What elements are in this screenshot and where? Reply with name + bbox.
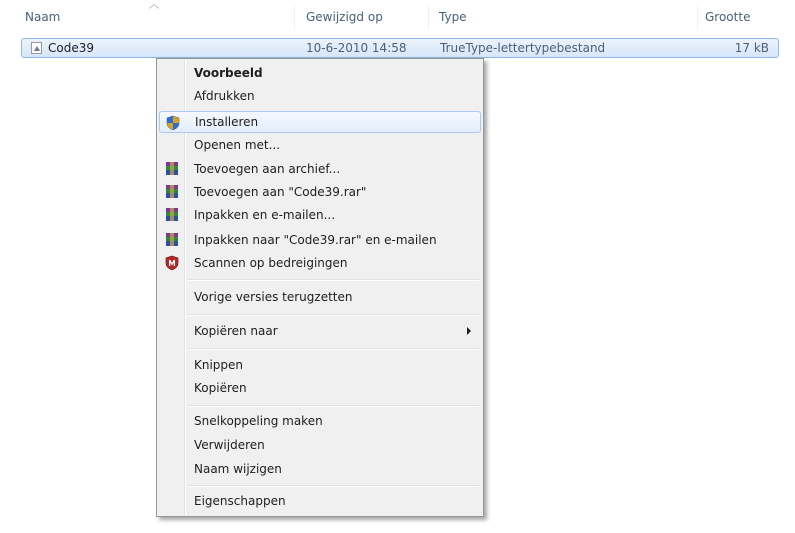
file-name: Code39 xyxy=(48,41,94,55)
menu-separator xyxy=(187,405,479,407)
antivirus-shield-icon xyxy=(165,255,179,271)
menu-item-properties[interactable]: Eigenschappen xyxy=(159,490,481,512)
context-menu: Voorbeeld Afdrukken Installeren Openen m… xyxy=(156,58,484,517)
menu-item-label: Inpakken naar "Code39.rar" en e-mailen xyxy=(194,233,437,247)
menu-item-compress-to-code39-rar-and-email[interactable]: Inpakken naar "Code39.rar" en e-mailen xyxy=(159,229,481,251)
column-header: Naam Gewijzigd op Type Grootte xyxy=(0,0,795,36)
truetype-font-file-icon xyxy=(31,42,42,54)
menu-item-create-shortcut[interactable]: Snelkoppeling maken xyxy=(159,410,481,432)
column-divider[interactable] xyxy=(697,6,698,30)
menu-item-label: Eigenschappen xyxy=(194,494,286,508)
menu-item-label: Openen met... xyxy=(194,138,281,152)
column-name[interactable]: Naam xyxy=(25,10,60,24)
menu-item-label: Afdrukken xyxy=(194,89,255,103)
menu-separator xyxy=(187,485,479,487)
menu-item-compress-and-email[interactable]: Inpakken en e-mailen... xyxy=(159,204,481,226)
file-type: TrueType-lettertypebestand xyxy=(440,41,606,55)
submenu-arrow-icon xyxy=(467,327,471,335)
menu-item-label: Knippen xyxy=(194,358,244,372)
menu-item-copy[interactable]: Kopiëren xyxy=(159,377,481,399)
menu-item-label: Voorbeeld xyxy=(194,66,263,80)
menu-item-delete[interactable]: Verwijderen xyxy=(159,434,481,456)
menu-item-add-to-archive[interactable]: Toevoegen aan archief... xyxy=(159,158,481,180)
menu-item-label: Kopiëren xyxy=(194,381,247,395)
menu-item-install[interactable]: Installeren xyxy=(159,111,481,133)
menu-separator xyxy=(187,348,479,350)
menu-item-label: Vorige versies terugzetten xyxy=(194,290,353,304)
menu-item-label: Toevoegen aan "Code39.rar" xyxy=(194,185,367,199)
winrar-icon xyxy=(166,162,178,175)
file-modified: 10-6-2010 14:58 xyxy=(306,41,407,55)
winrar-icon xyxy=(166,208,178,221)
column-modified[interactable]: Gewijzigd op xyxy=(306,10,383,24)
winrar-icon xyxy=(166,185,178,198)
menu-item-preview[interactable]: Voorbeeld xyxy=(159,62,481,84)
winrar-icon xyxy=(166,233,178,246)
file-size: 17 kB xyxy=(734,41,769,55)
menu-item-label: Toevoegen aan archief... xyxy=(194,162,341,176)
column-size[interactable]: Grootte xyxy=(705,10,750,24)
menu-separator xyxy=(187,314,479,316)
menu-item-add-to-code39-rar[interactable]: Toevoegen aan "Code39.rar" xyxy=(159,181,481,203)
column-divider[interactable] xyxy=(428,6,429,30)
menu-item-rename[interactable]: Naam wijzigen xyxy=(159,458,481,480)
menu-item-label: Installeren xyxy=(195,115,259,129)
menu-item-label: Inpakken en e-mailen... xyxy=(194,208,336,222)
menu-item-label: Scannen op bedreigingen xyxy=(194,256,348,270)
menu-item-open-with[interactable]: Openen met... xyxy=(159,134,481,156)
menu-item-label: Verwijderen xyxy=(194,438,265,452)
column-divider[interactable] xyxy=(294,6,295,30)
uac-shield-icon xyxy=(166,115,180,131)
menu-separator xyxy=(187,279,479,281)
menu-item-restore-previous-versions[interactable]: Vorige versies terugzetten xyxy=(159,286,481,308)
menu-item-label: Kopiëren naar xyxy=(194,324,278,338)
menu-item-scan-for-threats[interactable]: Scannen op bedreigingen xyxy=(159,252,481,274)
file-row-code39[interactable]: Code39 10-6-2010 14:58 TrueType-letterty… xyxy=(21,38,779,58)
menu-item-send-to[interactable]: Kopiëren naar xyxy=(159,320,481,342)
sort-ascending-icon xyxy=(148,4,160,9)
menu-item-cut[interactable]: Knippen xyxy=(159,354,481,376)
menu-item-label: Snelkoppeling maken xyxy=(194,414,323,428)
menu-item-label: Naam wijzigen xyxy=(194,462,282,476)
column-type[interactable]: Type xyxy=(439,10,467,24)
menu-item-print[interactable]: Afdrukken xyxy=(159,85,481,107)
